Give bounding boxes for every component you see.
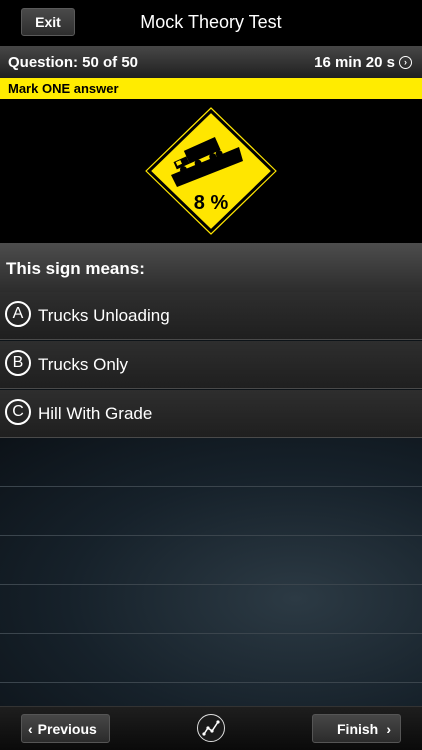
question-info-bar: Question: 50 of 50 16 min 20 s › [0, 46, 422, 78]
row-divider [0, 584, 422, 585]
timer-text: 16 min 20 s [314, 54, 395, 71]
answer-option-c[interactable]: C Hill With Grade [0, 390, 422, 438]
top-navbar: Exit Mock Theory Test [0, 0, 422, 46]
question-prompt: This sign means: [6, 259, 145, 278]
instruction-bar: Mark ONE answer [0, 78, 422, 99]
finish-label: Finish [337, 720, 379, 737]
chevron-right-icon: › [386, 720, 391, 737]
answer-option-a[interactable]: A Trucks Unloading [0, 292, 422, 340]
option-text-c: Hill With Grade [38, 404, 153, 423]
row-divider [0, 682, 422, 683]
previous-label: Previous [37, 720, 97, 737]
chevron-left-icon: ‹ [28, 720, 33, 737]
option-text-a: Trucks Unloading [38, 306, 170, 325]
option-letter-c: C [5, 399, 31, 425]
chart-line-icon [202, 720, 220, 736]
row-divider [0, 633, 422, 634]
question-prompt-bar: This sign means: [0, 243, 422, 292]
stats-button[interactable] [197, 714, 225, 742]
option-letter-a: A [5, 301, 31, 327]
option-text-b: Trucks Only [38, 355, 129, 374]
row-divider [0, 535, 422, 536]
previous-button[interactable]: ‹ Previous [21, 714, 110, 743]
page-title: Mock Theory Test [140, 12, 282, 32]
empty-list-area [0, 438, 422, 706]
option-letter-b: B [5, 350, 31, 376]
row-divider [0, 486, 422, 487]
question-counter: Question: 50 of 50 [8, 54, 139, 71]
truck-grade-sign-icon: 8 % [141, 103, 281, 239]
timer-icon[interactable]: › [399, 56, 412, 69]
sign-image-area: 8 % [0, 99, 422, 243]
finish-button[interactable]: Finish › [312, 714, 401, 743]
sign-grade-text: 8 % [194, 192, 229, 214]
instruction-text: Mark ONE answer [8, 81, 119, 96]
answer-option-b[interactable]: B Trucks Only [0, 341, 422, 389]
timer: 16 min 20 s › [314, 54, 412, 71]
